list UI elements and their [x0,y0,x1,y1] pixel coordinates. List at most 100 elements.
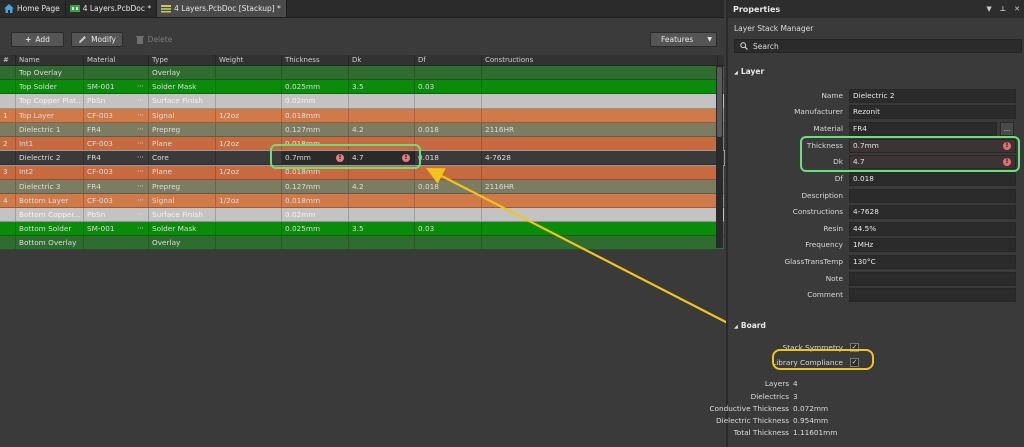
ellipsis-icon[interactable]: ⋯ [137,222,144,235]
column-header[interactable]: Constructions [482,55,718,65]
cell-df[interactable] [415,94,482,108]
ellipsis-icon[interactable]: ⋯ [137,94,144,107]
column-header[interactable]: Thickness [282,55,349,65]
table-row[interactable]: Bottom Solder SM-001 ⋯ Solder Mask 0.025mm 3.… [0,222,724,237]
property-field-frequency[interactable]: 1MHz [849,238,1016,252]
property-field-material[interactable]: FR4 [849,122,997,136]
cell-weight[interactable] [216,94,282,108]
cell-thickness[interactable]: 0.025mm [282,222,349,236]
cell-weight[interactable] [216,207,282,222]
cell-thickness[interactable] [282,66,349,80]
cell-name[interactable]: Bottom Layer [16,193,84,207]
cell-constructions[interactable]: 2116HR [482,179,718,193]
cell-dk[interactable]: 4.2 [349,179,415,193]
cell-dk[interactable] [349,193,415,207]
cell-type[interactable]: Prepreg [149,179,216,193]
cell-type[interactable]: Overlay [149,236,216,250]
cell-constructions[interactable] [482,207,718,222]
cell-num[interactable] [0,122,16,136]
ellipsis-icon[interactable]: ⋯ [137,208,144,221]
cell-num[interactable] [0,207,16,222]
cell-thickness[interactable] [282,236,349,250]
cell-type[interactable]: Plane [149,165,216,179]
cell-df[interactable] [415,207,482,222]
cell-material[interactable]: CF-003 ⋯ [84,193,149,207]
cell-thickness[interactable]: 0.127mm [282,122,349,136]
cell-weight[interactable] [216,236,282,250]
cell-df[interactable] [415,66,482,80]
cell-name[interactable]: Dielectric 3 [16,179,84,193]
table-row[interactable]: Dielectric 1 FR4 ⋯ Prepreg 0.127mm 4.2 0.018 21… [0,122,724,137]
cell-name[interactable]: Int1 [16,136,84,151]
cell-constructions[interactable] [482,94,718,108]
table-row[interactable]: 4 Bottom Layer CF-003 ⋯ Signal 1/2oz 0.018mm [0,193,724,208]
cell-df[interactable] [415,108,482,122]
ellipsis-icon[interactable]: ⋯ [137,194,144,207]
cell-num[interactable] [0,222,16,236]
table-row[interactable]: Top Overlay Overlay [0,66,724,81]
property-field-df[interactable]: 0.018 [849,172,1016,186]
cell-constructions[interactable] [482,236,718,250]
cell-thickness[interactable]: 0.127mm [282,179,349,193]
modify-layer-button[interactable]: Modify [71,32,123,47]
cell-constructions[interactable] [482,108,718,122]
property-field-note[interactable] [849,272,1016,286]
cell-constructions[interactable] [482,193,718,207]
cell-df[interactable] [415,236,482,250]
column-header[interactable]: Weight [216,55,282,65]
cell-material[interactable]: SM-001 ⋯ [84,80,149,94]
cell-num[interactable] [0,66,16,80]
cell-num[interactable]: 1 [0,108,16,122]
cell-constructions[interactable]: 2116HR [482,122,718,136]
cell-material[interactable]: FR4 ⋯ [84,151,149,165]
table-scrollbar-thumb[interactable] [717,67,722,137]
cell-name[interactable]: Top Solder [16,80,84,94]
cell-name[interactable]: Dielectric 1 [16,122,84,136]
cell-num[interactable] [0,151,16,165]
ellipsis-icon[interactable]: ⋯ [137,123,144,136]
cell-num[interactable] [0,236,16,250]
add-layer-button[interactable]: + Add [11,32,64,47]
property-field-constructions[interactable]: 4-7628 [849,205,1016,219]
cell-constructions[interactable] [482,80,718,94]
cell-df[interactable]: 0.03 [415,222,482,236]
cell-dk[interactable]: 3.5 [349,80,415,94]
property-field-description[interactable] [849,189,1016,203]
cell-weight[interactable]: 1/2oz [216,193,282,207]
cell-name[interactable]: Top Layer [16,108,84,122]
cell-num[interactable] [0,94,16,108]
cell-material[interactable] [84,236,149,250]
column-header[interactable]: Df [415,55,482,65]
cell-type[interactable]: Solder Mask [149,80,216,94]
ellipsis-icon[interactable]: ⋯ [137,137,144,150]
cell-name[interactable]: Bottom Overlay [16,236,84,250]
layer-section-header[interactable]: ◢ Layer [734,67,764,76]
table-row[interactable]: Dielectric 3 FR4 ⋯ Prepreg 0.127mm 4.2 0.018 21… [0,179,724,194]
cell-thickness[interactable]: 0.018mm [282,193,349,207]
pin-icon[interactable]: ⊥ [1000,5,1006,13]
table-row[interactable]: Bottom Copper... PbSn ⋯ Surface Finish 0.02m… [0,207,724,223]
column-header[interactable]: Type [149,55,216,65]
table-row[interactable]: Top Solder SM-001 ⋯ Solder Mask 0.025mm 3.5 0.… [0,80,724,95]
cell-material[interactable]: CF-003 ⋯ [84,108,149,122]
ellipsis-icon[interactable]: ⋯ [137,165,144,178]
column-header[interactable]: Dk [349,55,415,65]
cell-df[interactable]: 0.03 [415,80,482,94]
cell-material[interactable]: CF-003 ⋯ [84,165,149,179]
cell-constructions[interactable] [482,136,718,151]
tab-pcbdoc[interactable]: 4 Layers.PcbDoc * [66,0,158,17]
cell-dk[interactable]: 3.5 [349,222,415,236]
property-field-glasstranstemp[interactable]: 130°C [849,255,1016,269]
search-input[interactable]: Search [734,39,1022,53]
cell-name[interactable]: Int2 [16,165,84,179]
ellipsis-icon[interactable]: ⋯ [137,109,144,122]
cell-df[interactable]: 0.018 [415,179,482,193]
cell-material[interactable]: SM-001 ⋯ [84,222,149,236]
property-field-comment[interactable] [849,288,1016,302]
cell-num[interactable]: 3 [0,165,16,179]
close-icon[interactable]: ✕ [1014,5,1020,13]
cell-name[interactable]: Top Overlay [16,66,84,80]
cell-name[interactable]: Dielectric 2 [16,151,84,165]
property-field-manufacturer[interactable]: Rezonit [849,105,1016,119]
table-row[interactable]: Top Copper Plat... PbSn ⋯ Surface Finish 0.0… [0,94,724,109]
